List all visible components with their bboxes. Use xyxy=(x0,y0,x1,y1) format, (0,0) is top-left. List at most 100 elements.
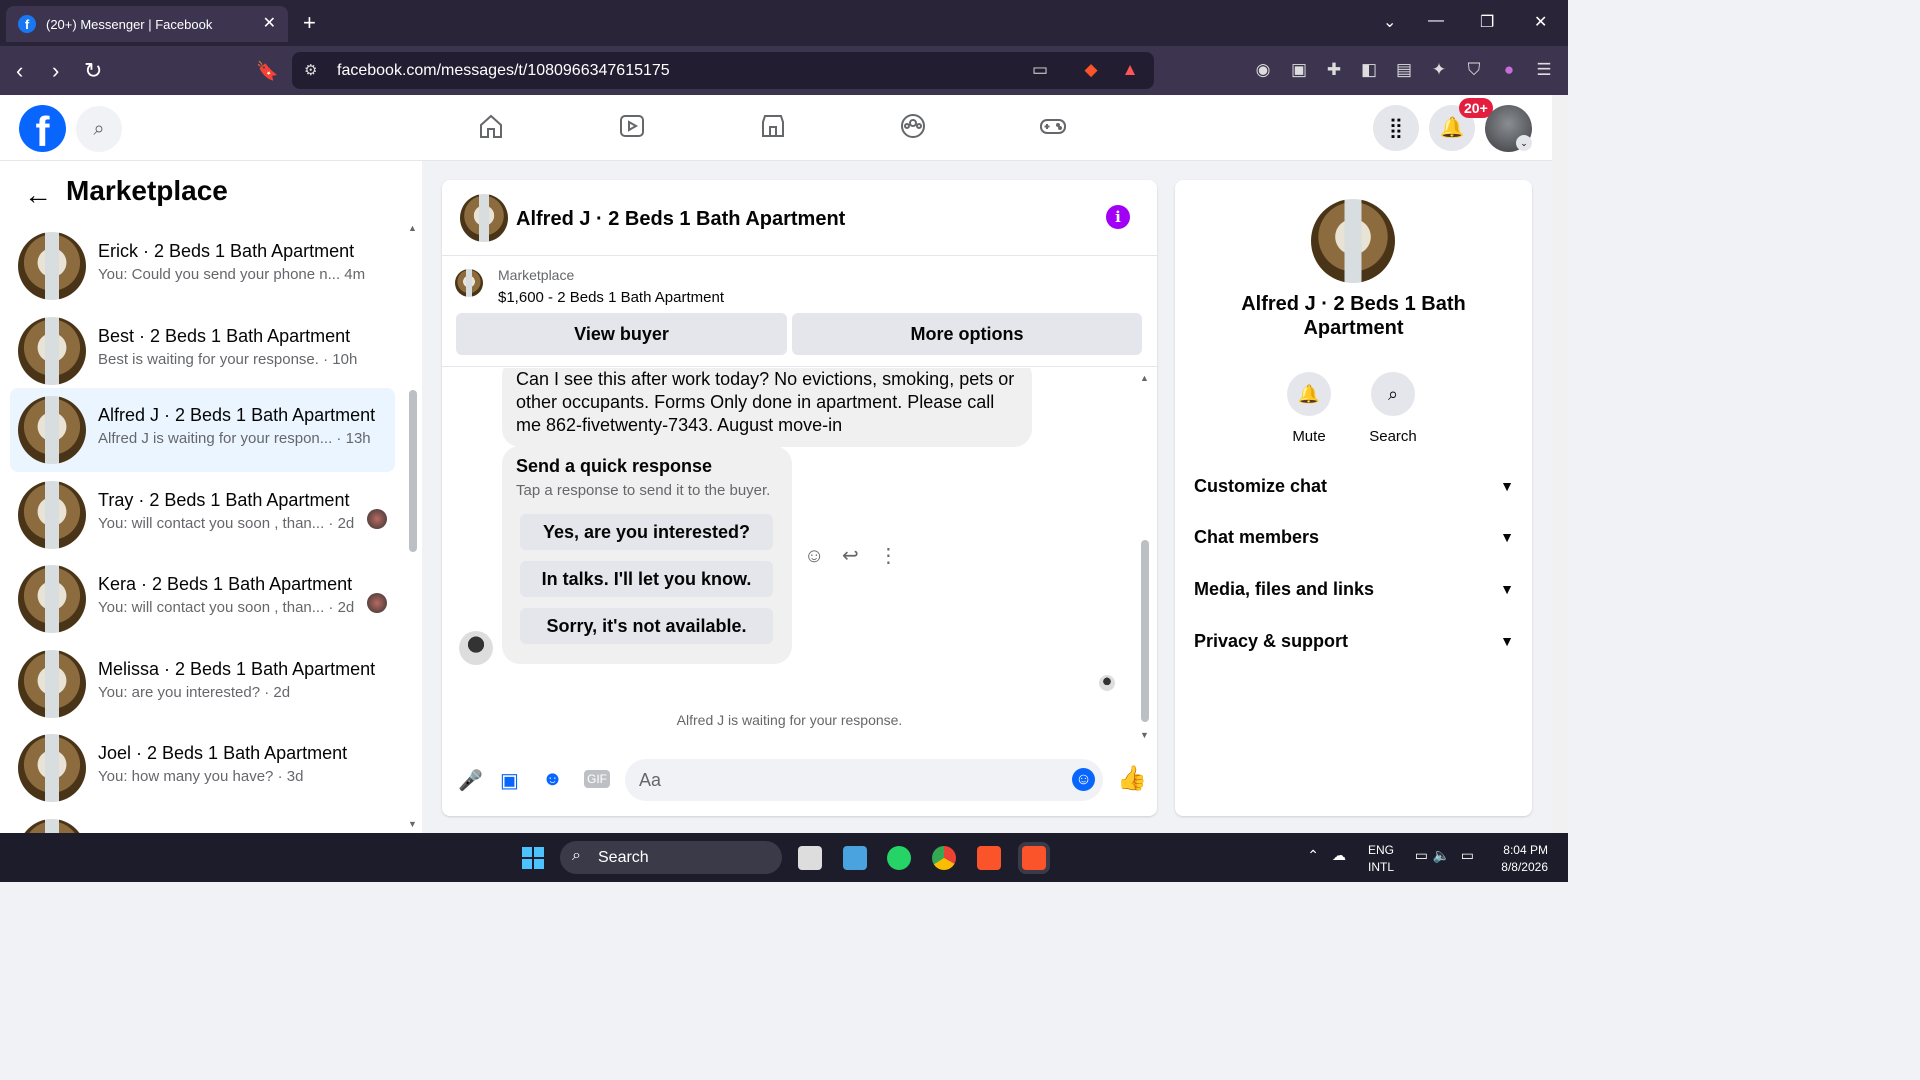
leo-ai-icon[interactable]: ✦ xyxy=(1429,60,1449,80)
volume-icon[interactable]: 🔈 xyxy=(1433,847,1450,864)
chat-scrollbar[interactable] xyxy=(1141,540,1149,722)
chat-info-panel: Alfred J · 2 Beds 1 Bath Apartment 🔔 Mut… xyxy=(1175,180,1532,816)
conversation-item[interactable]: Kera · 2 Beds 1 Bath Apartment You: will… xyxy=(10,557,395,641)
sidebar-icon[interactable]: ◧ xyxy=(1359,60,1379,80)
search-button[interactable]: ⌕ Search xyxy=(1353,372,1433,445)
chat-title[interactable]: Alfred J · 2 Beds 1 Bath Apartment xyxy=(516,208,845,231)
restore-icon[interactable]: ❐ xyxy=(1480,12,1494,32)
menu-grid-icon[interactable]: ⣿ xyxy=(1373,105,1419,151)
sidebar-scrollbar[interactable] xyxy=(409,390,417,552)
facebook-logo-icon[interactable]: f xyxy=(19,105,66,155)
listing-title[interactable]: $1,600 - 2 Beds 1 Bath Apartment xyxy=(498,289,724,306)
forward-icon[interactable]: › xyxy=(52,58,59,84)
conversation-item[interactable]: Melissa · 2 Beds 1 Bath Apartment You: a… xyxy=(10,642,395,726)
marketplace-icon[interactable] xyxy=(758,111,798,145)
show-hidden-icon[interactable]: ⌃ xyxy=(1307,847,1319,864)
thumbs-up-icon[interactable]: 👍 xyxy=(1117,764,1147,793)
chat-scroll-down-icon[interactable]: ▼ xyxy=(1140,730,1149,740)
chat-members-section[interactable]: Chat members ▼ xyxy=(1194,527,1514,548)
start-icon[interactable] xyxy=(522,847,544,869)
cast-icon[interactable]: ▭ xyxy=(1030,60,1050,80)
wallet-icon[interactable]: ▤ xyxy=(1394,60,1414,80)
info-icon[interactable]: i xyxy=(1106,205,1130,229)
whatsapp-icon[interactable] xyxy=(887,846,911,870)
gaming-icon[interactable] xyxy=(1038,111,1078,145)
chat-avatar[interactable] xyxy=(460,194,508,242)
more-options-button[interactable]: More options xyxy=(792,313,1142,355)
conversation-item-active[interactable]: Alfred J · 2 Beds 1 Bath Apartment Alfre… xyxy=(10,388,395,472)
privacy-support-section[interactable]: Privacy & support ▼ xyxy=(1194,631,1514,652)
browser-tab[interactable]: f (20+) Messenger | Facebook ✕ xyxy=(6,6,288,42)
taskbar-search[interactable]: ⌕ Search xyxy=(560,841,782,874)
windows-taskbar: ⌕ Search ⌃ ☁ ENG INTL ▭ 🔈 ▭ 8:04 PM 8/8/… xyxy=(0,833,1568,882)
conversation-preview: You: Could you send your phone n... 4m xyxy=(98,266,366,283)
minimize-icon[interactable]: — xyxy=(1428,12,1444,30)
language-indicator[interactable]: ENG INTL xyxy=(1368,843,1398,874)
reload-icon[interactable]: ↻ xyxy=(84,58,102,84)
photo-icon[interactable]: ▣ xyxy=(500,768,519,793)
menu-icon[interactable]: ☰ xyxy=(1534,60,1554,80)
conversation-item[interactable]: Best · 2 Beds 1 Bath Apartment Best is w… xyxy=(10,309,395,393)
search-icon[interactable]: ⌕ xyxy=(76,106,122,152)
back-arrow-icon[interactable]: ← xyxy=(24,179,52,211)
chrome-icon[interactable] xyxy=(932,846,956,870)
close-tab-icon[interactable]: ✕ xyxy=(263,13,276,33)
message-input[interactable] xyxy=(625,759,1103,801)
conversation-item[interactable] xyxy=(10,811,395,833)
brave-shields-icon[interactable]: ◆ xyxy=(1081,60,1101,80)
quick-response-option[interactable]: Yes, are you interested? xyxy=(520,514,773,550)
home-icon[interactable] xyxy=(476,111,516,145)
info-avatar[interactable] xyxy=(1311,199,1395,283)
conversation-item[interactable]: Erick · 2 Beds 1 Bath Apartment You: Cou… xyxy=(10,224,395,308)
close-window-icon[interactable]: ✕ xyxy=(1534,12,1547,32)
page-scrollbar[interactable] xyxy=(1552,95,1568,833)
profile-orb-icon[interactable]: ● xyxy=(1499,60,1519,80)
view-buyer-button[interactable]: View buyer xyxy=(456,313,787,355)
conversation-preview: You: will contact you soon , than... · 2… xyxy=(98,515,355,532)
vpn-icon[interactable]: ⛉ xyxy=(1464,60,1484,80)
brave-rewards-icon[interactable]: ▲ xyxy=(1120,60,1140,80)
onedrive-icon[interactable]: ☁ xyxy=(1332,847,1346,864)
scroll-down-icon[interactable]: ▼ xyxy=(408,819,417,829)
emoji-icon[interactable]: ☺ xyxy=(1072,768,1095,791)
network-icon[interactable]: ▭ xyxy=(1415,847,1428,864)
site-settings-icon[interactable]: ⚙ xyxy=(304,61,317,79)
mute-button[interactable]: 🔔 Mute xyxy=(1269,372,1349,445)
media-files-links-section[interactable]: Media, files and links ▼ xyxy=(1194,579,1514,600)
brave-active-icon[interactable] xyxy=(1022,846,1046,870)
clock[interactable]: 8:04 PM 8/8/2026 xyxy=(1488,843,1548,874)
react-icon[interactable]: ☺ xyxy=(804,545,824,567)
quick-response-option[interactable]: Sorry, it's not available. xyxy=(520,608,773,644)
conversation-item[interactable]: Tray · 2 Beds 1 Bath Apartment You: will… xyxy=(10,473,395,557)
briefcase-icon[interactable]: ▣ xyxy=(1289,60,1309,80)
record-icon[interactable]: ◉ xyxy=(1253,60,1273,80)
conversation-item[interactable]: Joel · 2 Beds 1 Bath Apartment You: how … xyxy=(10,726,395,810)
extensions-icon[interactable]: ✚ xyxy=(1324,60,1344,80)
scroll-up-icon[interactable]: ▲ xyxy=(408,223,417,233)
more-icon[interactable]: ⋮ xyxy=(878,545,898,567)
video-icon[interactable] xyxy=(617,111,657,145)
bookmark-icon[interactable]: 🔖 xyxy=(256,61,278,82)
sender-avatar[interactable] xyxy=(459,631,493,665)
account-chevron-icon[interactable]: ⌄ xyxy=(1516,135,1532,151)
chat-scroll-up-icon[interactable]: ▲ xyxy=(1140,373,1149,383)
sticker-icon[interactable]: ☻ xyxy=(542,768,563,791)
address-bar[interactable]: ⚙ facebook.com/messages/t/10809663476151… xyxy=(292,52,1154,89)
tab-search-chevron-icon[interactable]: ⌄ xyxy=(1383,12,1396,32)
incoming-message[interactable]: Can I see this after work today? No evic… xyxy=(502,368,1032,447)
microphone-icon[interactable]: 🎤 xyxy=(458,768,483,793)
chat-header: Alfred J · 2 Beds 1 Bath Apartment i xyxy=(442,180,1157,256)
customize-chat-section[interactable]: Customize chat ▼ xyxy=(1194,476,1514,497)
notepad-icon[interactable] xyxy=(843,846,867,870)
gif-icon[interactable]: GIF xyxy=(584,770,610,788)
task-view-icon[interactable] xyxy=(798,846,822,870)
back-icon[interactable]: ‹ xyxy=(16,58,23,84)
listing-thumbnail[interactable] xyxy=(455,269,483,297)
reply-icon[interactable]: ↩ xyxy=(842,545,859,567)
new-tab-icon[interactable]: + xyxy=(303,10,316,36)
marketplace-label: Marketplace xyxy=(498,267,575,283)
groups-icon[interactable] xyxy=(898,111,938,145)
brave-icon[interactable] xyxy=(977,846,1001,870)
battery-icon[interactable]: ▭ xyxy=(1461,847,1474,864)
quick-response-option[interactable]: In talks. I'll let you know. xyxy=(520,561,773,597)
